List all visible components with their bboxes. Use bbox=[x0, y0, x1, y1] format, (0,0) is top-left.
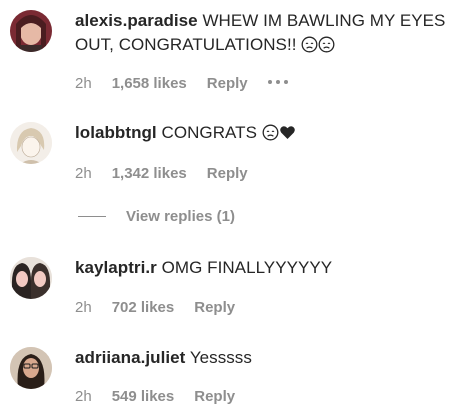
reply-button[interactable]: Reply bbox=[194, 388, 235, 405]
reply-button[interactable]: Reply bbox=[207, 75, 248, 92]
avatar[interactable] bbox=[10, 10, 52, 52]
comment-meta: 2h 549 likes Reply bbox=[75, 388, 255, 405]
comment-time[interactable]: 2h bbox=[75, 299, 92, 316]
avatar-image bbox=[10, 122, 52, 164]
reply-button[interactable]: Reply bbox=[194, 299, 235, 316]
view-replies-divider bbox=[78, 215, 106, 217]
username[interactable]: kaylaptri.r bbox=[75, 258, 157, 277]
username[interactable]: alexis.paradise bbox=[75, 11, 198, 30]
avatar-image bbox=[10, 347, 52, 389]
likes-count[interactable]: 1,658 likes bbox=[112, 75, 187, 92]
comment-body: lolabbtngl CONGRATS 2h 1,342 likes Reply bbox=[75, 121, 470, 182]
comment: alexis.paradise WHEW IM BAWLING MY EYES … bbox=[10, 9, 470, 99]
comment: lolabbtngl CONGRATS 2h 1,342 likes Reply bbox=[10, 121, 470, 191]
avatar-image bbox=[10, 257, 52, 299]
comment-text: lolabbtngl CONGRATS bbox=[75, 121, 470, 148]
comment-body: adriiana.juliet Yesssss 2h 549 likes Reply bbox=[75, 346, 470, 405]
view-replies-button[interactable]: View replies (1) bbox=[78, 208, 235, 225]
comment-text: kaylaptri.r OMG FINALLYYYYYY bbox=[75, 256, 470, 280]
black-heart-emoji-icon bbox=[279, 124, 296, 148]
avatar[interactable] bbox=[10, 122, 52, 164]
sad-face-emoji-icon bbox=[301, 36, 318, 60]
comment-message: CONGRATS bbox=[161, 123, 257, 142]
sad-face-emoji-icon bbox=[318, 36, 335, 60]
comment: adriiana.juliet Yesssss 2h 549 likes Reply bbox=[10, 346, 470, 412]
comment-message: OMG FINALLYYYYYY bbox=[161, 258, 333, 277]
sad-face-emoji-icon bbox=[262, 124, 279, 148]
comment-time[interactable]: 2h bbox=[75, 165, 92, 182]
avatar[interactable] bbox=[10, 347, 52, 389]
comment-message: Yesssss bbox=[189, 348, 252, 367]
comment-time[interactable]: 2h bbox=[75, 75, 92, 92]
username[interactable]: adriiana.juliet bbox=[75, 348, 185, 367]
likes-count[interactable]: 702 likes bbox=[112, 299, 175, 316]
comment-meta: 2h 702 likes Reply bbox=[75, 299, 255, 316]
likes-count[interactable]: 549 likes bbox=[112, 388, 175, 405]
avatar[interactable] bbox=[10, 257, 52, 299]
comment-body: alexis.paradise WHEW IM BAWLING MY EYES … bbox=[75, 9, 470, 92]
view-replies-label: View replies (1) bbox=[126, 208, 235, 225]
comment-text: alexis.paradise WHEW IM BAWLING MY EYES … bbox=[75, 9, 470, 60]
comment-meta: 2h 1,658 likes Reply bbox=[75, 75, 308, 92]
comment-text: adriiana.juliet Yesssss bbox=[75, 346, 470, 370]
more-options-icon[interactable] bbox=[267, 79, 288, 85]
likes-count[interactable]: 1,342 likes bbox=[112, 165, 187, 182]
reply-button[interactable]: Reply bbox=[207, 165, 248, 182]
username[interactable]: lolabbtngl bbox=[75, 123, 157, 142]
avatar-image bbox=[10, 10, 52, 52]
comment-body: kaylaptri.r OMG FINALLYYYYYY 2h 702 likes… bbox=[75, 256, 470, 316]
comment-time[interactable]: 2h bbox=[75, 388, 92, 405]
comment-meta: 2h 1,342 likes Reply bbox=[75, 165, 268, 182]
comment: kaylaptri.r OMG FINALLYYYYYY 2h 702 likes… bbox=[10, 256, 470, 326]
